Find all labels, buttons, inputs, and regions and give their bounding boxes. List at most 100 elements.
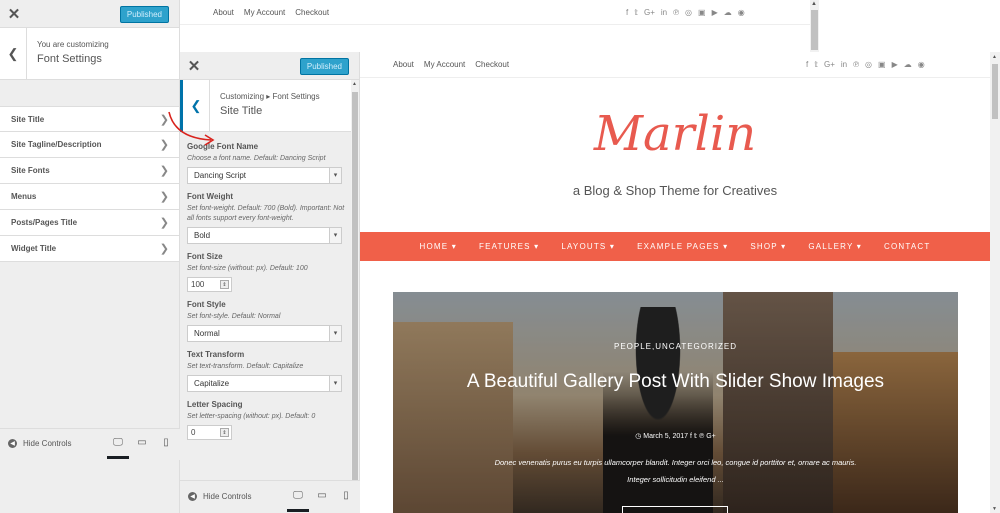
text-transform-value: Capitalize bbox=[194, 379, 230, 388]
font-style-value: Normal bbox=[194, 329, 220, 338]
post-categories[interactable]: PEOPLE,UNCATEGORIZED bbox=[393, 342, 958, 351]
post-title[interactable]: A Beautiful Gallery Post With Slider Sho… bbox=[453, 367, 898, 397]
section-title: Font Settings bbox=[37, 53, 102, 65]
tablet-icon[interactable]: ▭ bbox=[136, 438, 148, 448]
scroll-thumb[interactable] bbox=[811, 10, 818, 50]
soundcloud-icon[interactable]: ☁ bbox=[904, 60, 912, 69]
back-arrow-icon[interactable]: ❮ bbox=[0, 28, 27, 80]
font-style-desc: Set font-style. Default: Normal bbox=[187, 313, 281, 320]
pinterest-icon[interactable]: ℗ bbox=[673, 8, 679, 17]
twitter-icon[interactable]: 𝕥 bbox=[814, 60, 818, 69]
menu-item-label: Site Tagline/Description bbox=[11, 140, 102, 149]
google-plus-icon[interactable]: G+ bbox=[824, 60, 835, 69]
nav-link-checkout[interactable]: Checkout bbox=[475, 60, 509, 69]
menu-item-label: Menus bbox=[11, 192, 37, 201]
site-logo[interactable]: Marlin bbox=[360, 106, 990, 162]
linkedin-icon[interactable]: in bbox=[841, 60, 847, 69]
menu-item-site-tagline[interactable]: Site Tagline/Description ❯ bbox=[0, 132, 179, 158]
scroll-up-icon[interactable]: ▲ bbox=[811, 1, 817, 7]
text-transform-select[interactable]: Capitalize ▾ bbox=[187, 375, 342, 392]
read-more-button[interactable] bbox=[622, 506, 728, 513]
menu-item-posts-title[interactable]: Posts/Pages Title ❯ bbox=[0, 210, 179, 236]
scroll-down-icon[interactable]: ▼ bbox=[992, 506, 997, 512]
back-divider bbox=[180, 24, 810, 25]
font-size-value: 100 bbox=[191, 280, 205, 289]
menu-item-site-fonts[interactable]: Site Fonts ❯ bbox=[0, 158, 179, 184]
chevron-right-icon: ❯ bbox=[159, 191, 169, 203]
customizing-pre-title: You are customizing bbox=[37, 40, 109, 49]
instagram-icon[interactable]: ◎ bbox=[685, 8, 692, 17]
hide-controls-button[interactable]: ◀ Hide Controls bbox=[188, 492, 251, 501]
letter-spacing-input[interactable]: 0 ⇕ bbox=[187, 425, 232, 440]
hide-controls-button[interactable]: ◀ Hide Controls bbox=[8, 439, 71, 448]
font-size-input[interactable]: 100 ⇕ bbox=[187, 277, 232, 292]
scroll-up-icon[interactable]: ▲ bbox=[992, 54, 997, 60]
letter-spacing-value: 0 bbox=[191, 428, 196, 437]
panel-scrollbar[interactable]: ▲ ▼ bbox=[351, 80, 359, 513]
scroll-thumb[interactable] bbox=[992, 64, 998, 119]
nav-layouts[interactable]: LAYOUTS ▾ bbox=[550, 232, 626, 261]
font-size-control: Font Size Set font-size (without: px). D… bbox=[187, 252, 352, 292]
nav-gallery[interactable]: GALLERY ▾ bbox=[797, 232, 873, 261]
dribbble-icon[interactable]: ◉ bbox=[738, 8, 745, 17]
front-footer-bar: ◀ Hide Controls 🖵 ▭ ▯ bbox=[180, 480, 360, 513]
youtube-icon[interactable]: ▶ bbox=[712, 8, 718, 17]
nav-link-checkout[interactable]: Checkout bbox=[295, 8, 329, 17]
desktop-icon[interactable]: 🖵 bbox=[287, 491, 309, 512]
flickr-icon[interactable]: ▣ bbox=[698, 8, 706, 17]
menu-item-widget-title[interactable]: Widget Title ❯ bbox=[0, 236, 179, 262]
linkedin-icon[interactable]: in bbox=[661, 8, 667, 17]
facebook-icon[interactable]: f bbox=[626, 8, 628, 17]
close-icon[interactable]: ✕ bbox=[180, 52, 208, 80]
soundcloud-icon[interactable]: ☁ bbox=[724, 8, 732, 17]
instagram-icon[interactable]: ◎ bbox=[865, 60, 872, 69]
scroll-thumb[interactable] bbox=[352, 92, 358, 492]
desktop-icon[interactable]: 🖵 bbox=[107, 438, 129, 459]
publish-button[interactable]: Published bbox=[299, 58, 349, 75]
letter-spacing-desc: Set letter-spacing (without: px). Defaul… bbox=[187, 413, 316, 420]
dribbble-icon[interactable]: ◉ bbox=[918, 60, 925, 69]
text-transform-desc: Set text-transform. Default: Capitalize bbox=[187, 363, 304, 370]
stepper-icon[interactable]: ⇕ bbox=[220, 280, 229, 289]
publish-button[interactable]: Published bbox=[119, 6, 169, 23]
font-weight-select[interactable]: Bold ▾ bbox=[187, 227, 342, 244]
nav-link-account[interactable]: My Account bbox=[244, 8, 285, 17]
scroll-up-icon[interactable]: ▲ bbox=[352, 81, 357, 87]
preview-scrollbar[interactable]: ▲ ▼ bbox=[990, 52, 1000, 513]
flickr-icon[interactable]: ▣ bbox=[878, 60, 886, 69]
menu-item-menus[interactable]: Menus ❯ bbox=[0, 184, 179, 210]
back-scrollbar[interactable]: ▲ bbox=[810, 0, 819, 52]
google-plus-icon[interactable]: G+ bbox=[644, 8, 655, 17]
post-excerpt: Donec venenatis purus eu turpis ullamcor… bbox=[494, 458, 857, 484]
youtube-icon[interactable]: ▶ bbox=[892, 60, 898, 69]
nav-shop[interactable]: SHOP ▾ bbox=[739, 232, 797, 261]
post-meta: ◷ March 5, 2017 f 𝕥 ℗ G+ bbox=[635, 433, 716, 440]
mobile-icon[interactable]: ▯ bbox=[340, 491, 352, 501]
stepper-icon[interactable]: ⇕ bbox=[220, 428, 229, 437]
pinterest-icon[interactable]: ℗ bbox=[853, 60, 859, 69]
font-style-select[interactable]: Normal ▾ bbox=[187, 325, 342, 342]
menu-item-site-title[interactable]: Site Title ❯ bbox=[0, 106, 179, 132]
nav-features[interactable]: FEATURES ▾ bbox=[468, 232, 550, 261]
mobile-icon[interactable]: ▯ bbox=[160, 438, 172, 448]
nav-link-about[interactable]: About bbox=[393, 60, 414, 69]
back-preview-strip: About My Account Checkout f 𝕥 G+ in ℗ ◎ … bbox=[180, 0, 810, 52]
nav-home[interactable]: HOME ▾ bbox=[409, 232, 468, 261]
hide-controls-label: Hide Controls bbox=[23, 439, 72, 448]
nav-link-about[interactable]: About bbox=[213, 8, 234, 17]
twitter-icon[interactable]: 𝕥 bbox=[634, 8, 638, 17]
facebook-icon[interactable]: f bbox=[806, 60, 808, 69]
back-section-header: ❮ You are customizing Font Settings bbox=[0, 28, 179, 80]
featured-post-hero[interactable]: PEOPLE,UNCATEGORIZED A Beautiful Gallery… bbox=[393, 292, 958, 513]
chevron-down-icon: ▾ bbox=[329, 228, 341, 243]
nav-contact[interactable]: CONTACT bbox=[873, 232, 941, 261]
preview-top-bar: About My Account Checkout f 𝕥 G+ in ℗ ◎ … bbox=[360, 52, 990, 78]
site-tagline: a Blog & Shop Theme for Creatives bbox=[572, 183, 778, 198]
close-icon[interactable]: ✕ bbox=[0, 0, 28, 28]
annotation-arrow-icon bbox=[168, 111, 215, 146]
nav-example-pages[interactable]: EXAMPLE PAGES ▾ bbox=[626, 232, 739, 261]
font-name-select[interactable]: Dancing Script ▾ bbox=[187, 167, 342, 184]
text-transform-label: Text Transform bbox=[187, 350, 245, 359]
tablet-icon[interactable]: ▭ bbox=[316, 491, 328, 501]
nav-link-account[interactable]: My Account bbox=[424, 60, 465, 69]
